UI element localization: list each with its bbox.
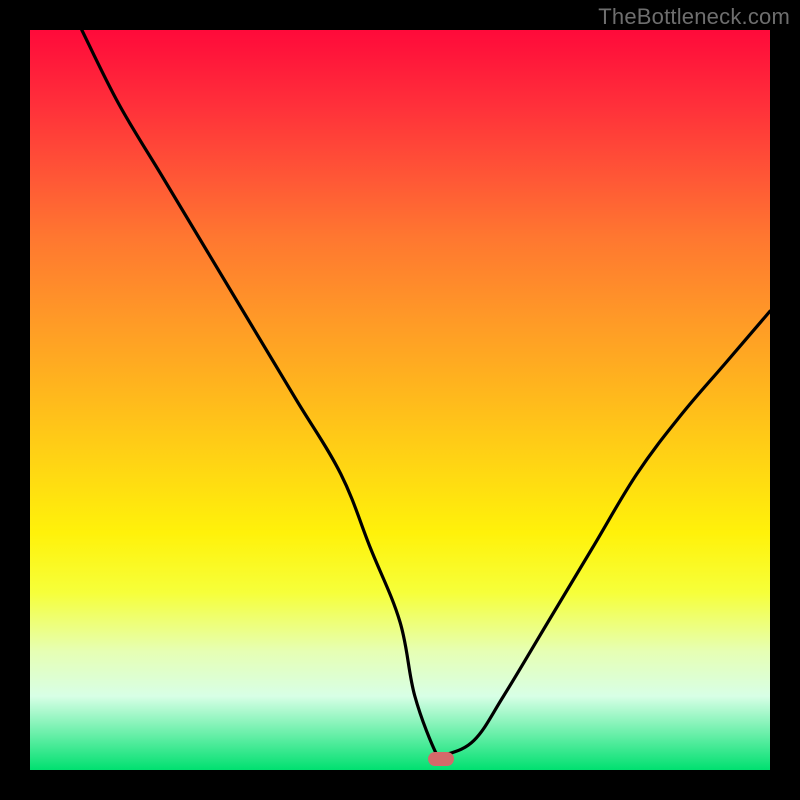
optimal-point-marker bbox=[428, 752, 454, 766]
plot-area bbox=[30, 30, 770, 770]
bottleneck-curve bbox=[30, 30, 770, 770]
curve-path bbox=[82, 30, 770, 761]
watermark-text: TheBottleneck.com bbox=[598, 4, 790, 30]
chart-container: TheBottleneck.com bbox=[0, 0, 800, 800]
